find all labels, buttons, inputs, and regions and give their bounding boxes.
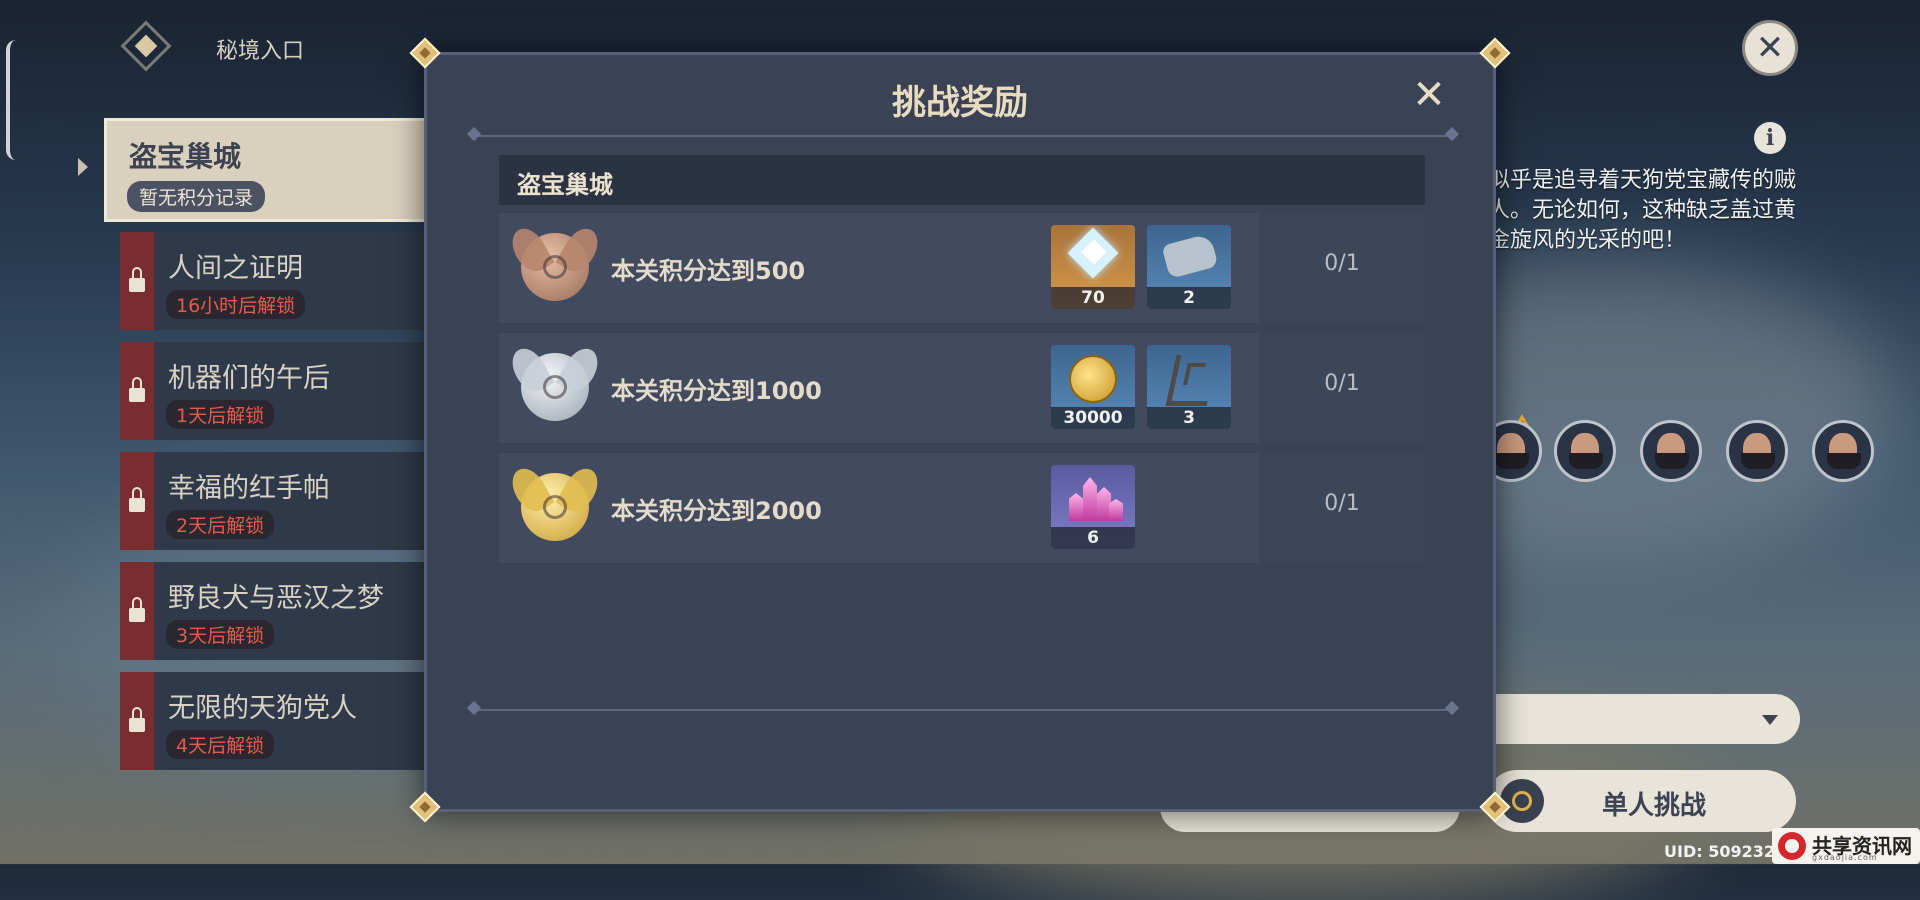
unlock-timer: 2天后解锁: [166, 510, 275, 539]
lock-icon: [129, 267, 145, 292]
domain-item-selected[interactable]: 盗宝巢城 暂无积分记录: [104, 118, 434, 222]
domain-name: 人间之证明: [168, 253, 303, 284]
chevron-down-icon: [1762, 715, 1778, 725]
domain-name: 幸福的红手帕: [168, 473, 330, 504]
item-count: 70: [1051, 287, 1135, 309]
item-count: 3: [1147, 407, 1231, 429]
domain-name: 机器们的午后: [168, 363, 330, 394]
selected-arrow-icon: [78, 158, 88, 176]
progress-column: 0/1: [1259, 453, 1425, 563]
reward-progress: 0/1: [1324, 371, 1360, 396]
coral-branch-icon: [1165, 355, 1218, 406]
domain-item[interactable]: 野良犬与恶汉之梦 3天后解锁: [120, 562, 434, 660]
domain-item[interactable]: 人间之证明 16小时后解锁: [120, 232, 434, 330]
unlock-timer: 16小时后解锁: [166, 290, 306, 319]
info-icon[interactable]: i: [1754, 122, 1786, 154]
gold-medal-icon: [521, 473, 589, 541]
unlock-timer: 4天后解锁: [166, 730, 275, 759]
silver-medal-icon: [521, 353, 589, 421]
domain-item[interactable]: 幸福的红手帕 2天后解锁: [120, 452, 434, 550]
divider: [473, 135, 1453, 137]
reward-item[interactable]: 3: [1147, 345, 1231, 429]
item-count: 2: [1147, 287, 1231, 309]
bronze-medal-icon: [521, 233, 589, 301]
enemy-avatar[interactable]: [1726, 420, 1788, 482]
lock-icon: [129, 707, 145, 732]
single-challenge-button[interactable]: 单人挑战: [1486, 770, 1796, 832]
reward-item[interactable]: 6: [1051, 465, 1135, 549]
domain-name: 无限的天狗党人: [168, 693, 357, 724]
section-header: 盗宝巢城: [499, 155, 1425, 205]
close-button[interactable]: ✕: [1742, 20, 1798, 76]
enemy-avatar[interactable]: [1812, 420, 1874, 482]
lock-icon: [129, 597, 145, 622]
reward-row: 本关积分达到500 70 2 0/1: [499, 213, 1425, 323]
scroll-indicator[interactable]: [6, 40, 20, 160]
score-status: 暂无积分记录: [127, 181, 266, 212]
mora-kettle-icon: [1161, 233, 1219, 279]
progress-column: 0/1: [1259, 333, 1425, 443]
reward-item[interactable]: 2: [1147, 225, 1231, 309]
lock-bar: [120, 232, 154, 330]
domain-name: 野良犬与恶汉之梦: [168, 583, 384, 614]
difficulty-select[interactable]: [1470, 694, 1800, 744]
item-count: 6: [1051, 527, 1135, 549]
domain-item[interactable]: 机器们的午后 1天后解锁: [120, 342, 434, 440]
reward-row: 本关积分达到2000 6 0/1: [499, 453, 1425, 563]
crystal-icon: [1065, 475, 1123, 521]
challenge-reward-modal: 挑战奖励 ✕ 盗宝巢城 本关积分达到500 70 2 0/1 本关积分达到100…: [424, 52, 1496, 812]
reward-item[interactable]: 70: [1051, 225, 1135, 309]
close-icon: ✕: [1412, 72, 1446, 118]
divider: [473, 709, 1453, 711]
modal-title: 挑战奖励: [892, 83, 1028, 123]
modal-close-button[interactable]: ✕: [1409, 75, 1449, 115]
lock-bar: [120, 562, 154, 660]
reward-progress: 0/1: [1324, 491, 1360, 516]
watermark-subtext: gxdaojia.com: [1812, 853, 1878, 862]
reward-progress: 0/1: [1324, 251, 1360, 276]
page-title: 秘境入口: [216, 39, 305, 64]
challenge-icon: [1500, 779, 1544, 823]
reward-condition: 本关积分达到500: [611, 257, 806, 285]
lock-bar: [120, 452, 154, 550]
lock-bar: [120, 342, 154, 440]
close-icon: ✕: [1755, 28, 1785, 68]
watermark-logo-icon: [1778, 832, 1806, 860]
lock-bar: [120, 672, 154, 770]
reward-condition: 本关积分达到1000: [611, 377, 822, 405]
mora-coin-icon: [1069, 355, 1117, 403]
unlock-timer: 1天后解锁: [166, 400, 275, 429]
reward-row: 本关积分达到1000 30000 3 0/1: [499, 333, 1425, 443]
lock-icon: [129, 377, 145, 402]
single-challenge-label: 单人挑战: [1602, 791, 1707, 821]
domain-item[interactable]: 无限的天狗党人 4天后解锁: [120, 672, 434, 770]
section-title: 盗宝巢城: [517, 171, 613, 199]
uid-label: UID: 509232: [1664, 842, 1775, 861]
watermark: 共享资讯网 gxdaojia.com: [1772, 828, 1920, 864]
domain-name: 盗宝巢城: [129, 140, 242, 173]
domain-description: 似乎是追寻着天狗党宝藏传的贼人。无论如何，这种缺乏盖过黄金旋风的光采的吧！: [1488, 168, 1797, 253]
enemy-avatar[interactable]: [1554, 420, 1616, 482]
enemy-avatar[interactable]: [1640, 420, 1702, 482]
progress-column: 0/1: [1259, 213, 1425, 323]
reward-condition: 本关积分达到2000: [611, 497, 822, 525]
item-count: 30000: [1051, 407, 1135, 429]
reward-item[interactable]: 30000: [1051, 345, 1135, 429]
lock-icon: [129, 487, 145, 512]
unlock-timer: 3天后解锁: [166, 620, 275, 649]
